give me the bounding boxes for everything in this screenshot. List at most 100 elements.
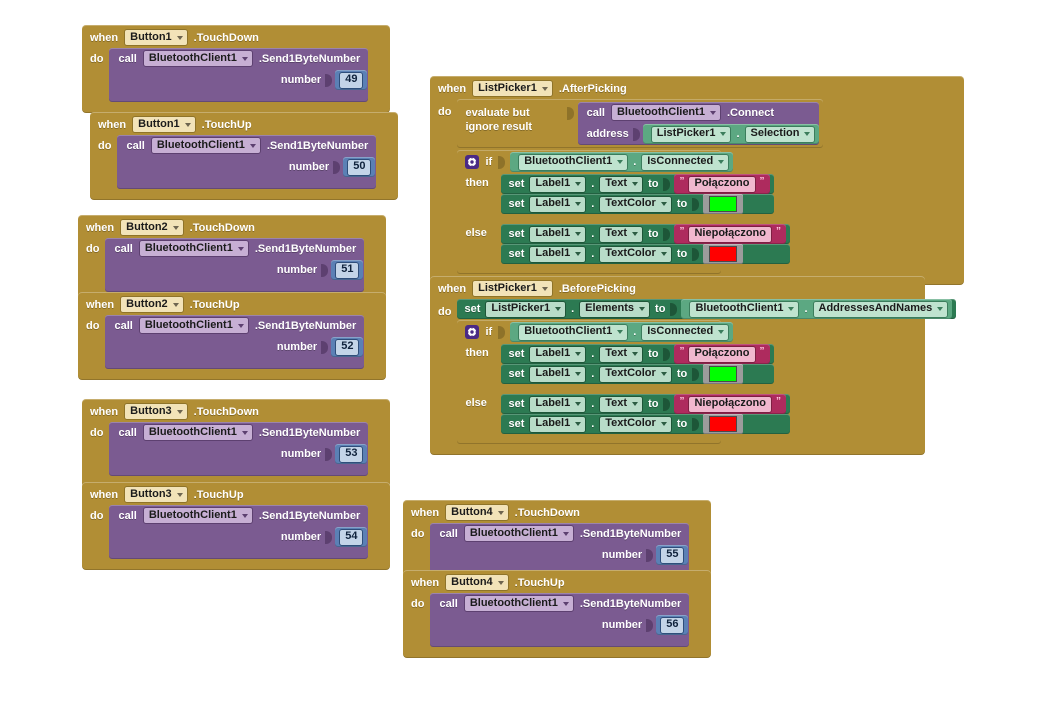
component-dropdown-bluetoothclient1[interactable]: BluetoothClient1 [610, 104, 721, 121]
call-block-send1bytenumber[interactable]: call BluetoothClient1 .Send1ByteNumber n… [117, 135, 377, 189]
property-dropdown-text[interactable]: Text [599, 345, 644, 363]
component-dropdown-bluetoothclient1[interactable]: BluetoothClient1 [142, 50, 253, 67]
gear-icon[interactable] [465, 155, 480, 169]
property-dropdown-textcolor[interactable]: TextColor [599, 365, 672, 383]
text-string-block[interactable]: ” Niepołączono ” [674, 224, 786, 244]
call-block-send1bytenumber[interactable]: call BluetoothClient1 .Send1ByteNumber n… [430, 593, 690, 647]
call-block-send1bytenumber[interactable]: call BluetoothClient1 .Send1ByteNumber n… [105, 238, 365, 292]
event-block-button1-touchup[interactable]: when Button1 .TouchUp do call BluetoothC… [90, 112, 398, 200]
setter-block-label1-textcolor[interactable]: set Label1 . TextColor to [501, 194, 774, 214]
object-dropdown-listpicker1[interactable]: ListPicker1 [650, 125, 732, 143]
object-dropdown-bluetoothclient1[interactable]: BluetoothClient1 [518, 323, 629, 341]
setter-block-label1-textcolor[interactable]: set Label1 . TextColor to [501, 244, 790, 264]
number-block[interactable]: 55 [656, 545, 689, 565]
event-block-button4-touchup[interactable]: when Button4 .TouchUp do call BluetoothC… [403, 570, 711, 658]
getter-block-bluetoothclient1-isconnected[interactable]: BluetoothClient1 . IsConnected [510, 322, 734, 342]
object-dropdown-label1[interactable]: Label1 [529, 175, 587, 193]
if-then-else-block[interactable]: if BluetoothClient1 . IsConnected then s… [457, 320, 790, 444]
number-block[interactable]: 50 [343, 157, 376, 177]
setter-block-label1-text[interactable]: set Label1 . Text to [501, 394, 790, 414]
call-block-send1bytenumber[interactable]: call BluetoothClient1 .Send1ByteNumber n… [105, 315, 365, 369]
component-dropdown-button2[interactable]: Button2 [120, 219, 184, 236]
number-block[interactable]: 56 [656, 615, 689, 635]
text-string-block[interactable]: ” Połączono ” [674, 344, 770, 364]
component-dropdown-bluetoothclient1[interactable]: BluetoothClient1 [142, 424, 253, 441]
getter-block-bluetoothclient1-addressesandnames[interactable]: BluetoothClient1 . AddressesAndNames [681, 299, 953, 319]
object-dropdown-label1[interactable]: Label1 [529, 365, 587, 383]
object-dropdown-listpicker1[interactable]: ListPicker1 [485, 300, 567, 318]
component-dropdown-bluetoothclient1[interactable]: BluetoothClient1 [463, 595, 574, 612]
setter-block-label1-text[interactable]: set Label1 . Text to [501, 344, 774, 364]
event-block-button2-touchup[interactable]: when Button2 .TouchUp do call BluetoothC… [78, 292, 386, 380]
call-block-send1bytenumber[interactable]: call BluetoothClient1 .Send1ByteNumber n… [430, 523, 690, 577]
object-dropdown-bluetoothclient1[interactable]: BluetoothClient1 [689, 300, 800, 318]
if-then-else-block[interactable]: if BluetoothClient1 . IsConnected then s… [457, 150, 790, 274]
text-value-field[interactable]: Połączono [688, 175, 756, 193]
event-block-listpicker1-afterpicking[interactable]: when ListPicker1 .AfterPicking do evalua… [430, 76, 964, 285]
setter-block-listpicker1-elements[interactable]: set ListPicker1 . Elements to BluetoothC… [457, 299, 957, 319]
component-dropdown-listpicker1[interactable]: ListPicker1 [472, 80, 553, 97]
event-block-button3-touchdown[interactable]: when Button3 .TouchDown do call Bluetoot… [82, 399, 390, 487]
property-dropdown-isconnected[interactable]: IsConnected [641, 323, 730, 341]
gear-icon[interactable] [465, 325, 480, 339]
object-dropdown-bluetoothclient1[interactable]: BluetoothClient1 [518, 153, 629, 171]
component-dropdown-listpicker1[interactable]: ListPicker1 [472, 280, 553, 297]
event-block-button1-touchdown[interactable]: when Button1 .TouchDown do call Bluetoot… [82, 25, 390, 113]
object-dropdown-label1[interactable]: Label1 [529, 415, 587, 433]
setter-block-label1-text[interactable]: set Label1 . Text to [501, 224, 790, 244]
number-block[interactable]: 54 [335, 527, 368, 547]
event-block-listpicker1-beforepicking[interactable]: when ListPicker1 .BeforePicking do set L… [430, 276, 957, 455]
component-dropdown-button3[interactable]: Button3 [124, 486, 188, 503]
property-dropdown-textcolor[interactable]: TextColor [599, 195, 672, 213]
call-block-send1bytenumber[interactable]: call BluetoothClient1 .Send1ByteNumber n… [109, 505, 369, 559]
setter-block-label1-textcolor[interactable]: set Label1 . TextColor to [501, 364, 774, 384]
object-dropdown-label1[interactable]: Label1 [529, 225, 587, 243]
property-dropdown-isconnected[interactable]: IsConnected [641, 153, 730, 171]
number-block[interactable]: 52 [331, 337, 364, 357]
color-block-green[interactable] [703, 364, 744, 384]
text-string-block[interactable]: ” Niepołączono ” [674, 394, 786, 414]
property-dropdown-textcolor[interactable]: TextColor [599, 415, 672, 433]
color-block-red[interactable] [703, 244, 744, 264]
object-dropdown-label1[interactable]: Label1 [529, 245, 587, 263]
event-block-button2-touchdown[interactable]: when Button2 .TouchDown do call Bluetoot… [78, 215, 386, 303]
number-block[interactable]: 49 [335, 70, 368, 90]
getter-block-listpicker1-selection[interactable]: ListPicker1 . Selection [642, 124, 820, 144]
text-value-field[interactable]: Niepołączono [688, 395, 772, 413]
component-dropdown-bluetoothclient1[interactable]: BluetoothClient1 [463, 525, 574, 542]
getter-block-bluetoothclient1-isconnected[interactable]: BluetoothClient1 . IsConnected [510, 152, 734, 172]
component-dropdown-bluetoothclient1[interactable]: BluetoothClient1 [142, 507, 253, 524]
component-dropdown-bluetoothclient1[interactable]: BluetoothClient1 [138, 317, 249, 334]
color-block-green[interactable] [703, 194, 744, 214]
object-dropdown-label1[interactable]: Label1 [529, 195, 587, 213]
component-dropdown-button3[interactable]: Button3 [124, 403, 188, 420]
evaluate-but-ignore-result-block[interactable]: evaluate but ignore result call Bluetoot… [457, 99, 824, 148]
number-block[interactable]: 51 [331, 260, 364, 280]
property-dropdown-selection[interactable]: Selection [744, 125, 816, 143]
component-dropdown-button4[interactable]: Button4 [445, 504, 509, 521]
property-dropdown-text[interactable]: Text [599, 395, 644, 413]
property-dropdown-text[interactable]: Text [599, 225, 644, 243]
property-dropdown-textcolor[interactable]: TextColor [599, 245, 672, 263]
property-dropdown-elements[interactable]: Elements [579, 300, 651, 318]
text-value-field[interactable]: Połączono [688, 345, 756, 363]
setter-block-label1-textcolor[interactable]: set Label1 . TextColor to [501, 414, 790, 434]
component-dropdown-button1[interactable]: Button1 [124, 29, 188, 46]
call-block-send1bytenumber[interactable]: call BluetoothClient1 .Send1ByteNumber n… [109, 422, 369, 476]
component-dropdown-bluetoothclient1[interactable]: BluetoothClient1 [138, 240, 249, 257]
call-block-connect[interactable]: call BluetoothClient1 .Connect address L… [577, 102, 820, 145]
text-string-block[interactable]: ” Połączono ” [674, 174, 770, 194]
object-dropdown-label1[interactable]: Label1 [529, 395, 587, 413]
property-dropdown-text[interactable]: Text [599, 175, 644, 193]
color-block-red[interactable] [703, 414, 744, 434]
property-dropdown-addressesandnames[interactable]: AddressesAndNames [812, 300, 949, 318]
call-block-send1bytenumber[interactable]: call BluetoothClient1 .Send1ByteNumber n… [109, 48, 369, 102]
component-dropdown-button1[interactable]: Button1 [132, 116, 196, 133]
component-dropdown-button4[interactable]: Button4 [445, 574, 509, 591]
component-dropdown-button2[interactable]: Button2 [120, 296, 184, 313]
setter-block-label1-text[interactable]: set Label1 . Text to [501, 174, 774, 194]
event-block-button3-touchup[interactable]: when Button3 .TouchUp do call BluetoothC… [82, 482, 390, 570]
blocks-workspace[interactable]: when Button1 .TouchDown do call Bluetoot… [0, 0, 1040, 705]
component-dropdown-bluetoothclient1[interactable]: BluetoothClient1 [150, 137, 261, 154]
number-block[interactable]: 53 [335, 444, 368, 464]
